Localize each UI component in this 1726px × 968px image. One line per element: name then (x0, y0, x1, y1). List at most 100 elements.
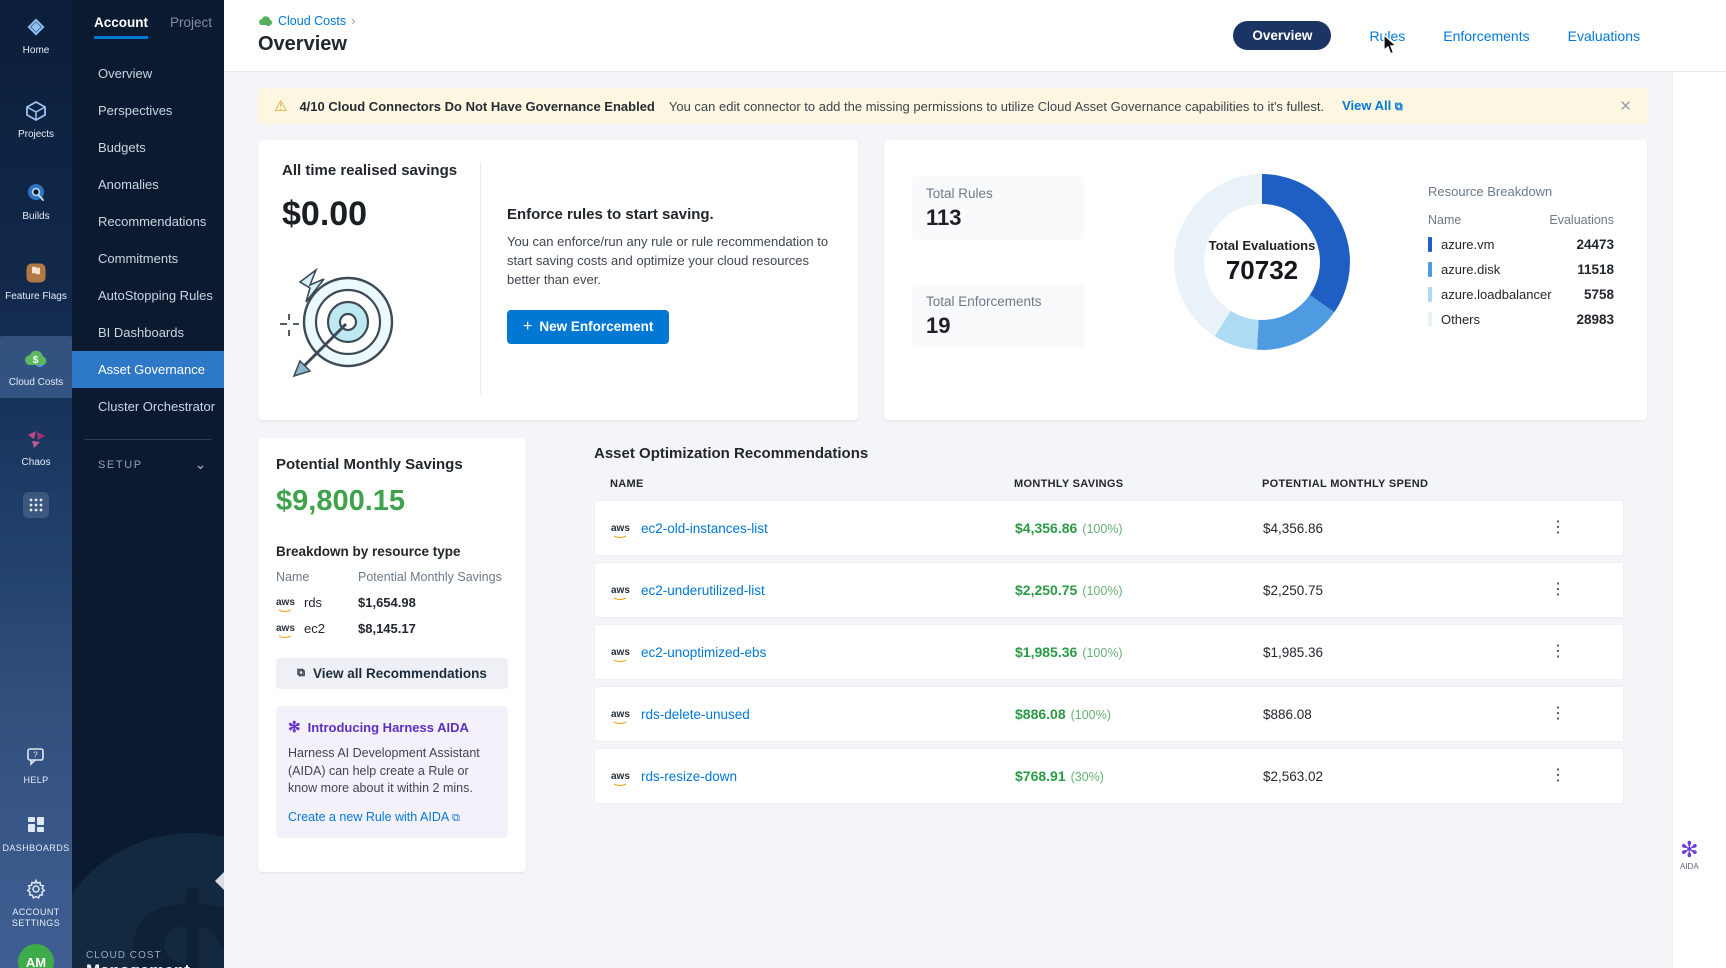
realised-savings-value: $0.00 (282, 195, 480, 234)
resource-savings: $8,145.17 (358, 621, 416, 636)
tab-project[interactable]: Project (170, 15, 212, 39)
enforce-body: You can enforce/run any rule or rule rec… (507, 233, 837, 290)
tab-evaluations[interactable]: Evaluations (1568, 28, 1640, 44)
sidebar-menu-item[interactable]: AutoStopping Rules (72, 277, 224, 314)
breadcrumb[interactable]: Cloud Costs › (258, 13, 355, 28)
sidebar-menu-item[interactable]: Overview (72, 55, 224, 92)
external-link-icon: ⧉ (452, 812, 460, 824)
sidebar-menu-item[interactable]: Asset Governance (72, 351, 224, 388)
rail-item-cloud-costs[interactable]: $ Cloud Costs (0, 336, 72, 398)
realised-savings-card: All time realised savings $0.00 Enforce … (258, 140, 858, 420)
breadcrumb-chevron-icon: › (351, 13, 355, 28)
recommendation-row[interactable]: aws ec2-unoptimized-ebs $1,985.36(100%) … (594, 624, 1624, 680)
sidebar-menu-item-label: Overview (98, 66, 152, 81)
legend-swatch (1428, 237, 1432, 252)
row-menu-button[interactable]: ⋮ (1550, 709, 1567, 719)
total-rules-value: 113 (926, 205, 1070, 231)
aws-icon: aws (611, 523, 633, 534)
create-rule-with-aida-link[interactable]: Create a new Rule with AIDA ⧉ (288, 810, 460, 825)
sidebar-menu-item-label: Cluster Orchestrator (98, 399, 215, 414)
rail-item-projects[interactable]: Projects (0, 96, 72, 140)
potential-savings-amount: $9,800.15 (276, 485, 508, 518)
new-enforcement-button[interactable]: + New Enforcement (507, 310, 669, 344)
governance-warning-banner: ⚠ 4/10 Cloud Connectors Do Not Have Gove… (258, 88, 1648, 124)
total-enforcements-label: Total Enforcements (926, 294, 1070, 309)
recommendation-row[interactable]: aws ec2-old-instances-list $4,356.86(100… (594, 500, 1624, 556)
rail-item-help[interactable]: ? HELP (0, 742, 72, 785)
breakdown-title: Breakdown by resource type (276, 544, 508, 559)
aida-promo-box: ✻ Introducing Harness AIDA Harness AI De… (276, 706, 508, 838)
setup-section-toggle[interactable]: SETUP ⌄ (72, 440, 224, 473)
recommendation-name-link[interactable]: ec2-unoptimized-ebs (641, 645, 766, 660)
product-name: CLOUD COST Management (86, 950, 190, 968)
sidebar-menu-item[interactable]: Recommendations (72, 203, 224, 240)
row-menu-button[interactable]: ⋮ (1550, 647, 1567, 657)
chaos-icon (0, 424, 72, 454)
module-rail: Home Projects Builds Feature Flags $ Clo… (0, 0, 72, 968)
sidebar-menu-item-label: BI Dashboards (98, 325, 184, 340)
recommendation-name-link[interactable]: rds-delete-unused (641, 707, 750, 722)
rail-item-home[interactable]: Home (0, 12, 72, 56)
rail-item-builds[interactable]: Builds (0, 178, 72, 222)
recommendation-row[interactable]: aws rds-delete-unused $886.08(100%) $886… (594, 686, 1624, 742)
resource-breakdown-legend: Resource Breakdown Name Evaluations azur… (1428, 184, 1614, 327)
sidebar-menu-item-label: Anomalies (98, 177, 159, 192)
recommendation-name-link[interactable]: ec2-underutilized-list (641, 583, 765, 598)
donut-center: Total Evaluations 70732 (1204, 204, 1320, 320)
aws-icon: aws (276, 623, 298, 634)
legend-row: azure.disk 11518 (1428, 262, 1614, 277)
banner-message: You can edit connector to add the missin… (669, 99, 1324, 114)
rail-item-dashboards[interactable]: DASHBOARDS (0, 810, 72, 853)
aida-fab-button[interactable]: ✻ AIDA (1680, 840, 1699, 871)
row-menu-button[interactable]: ⋮ (1550, 523, 1567, 533)
aida-title-row: ✻ Introducing Harness AIDA (288, 718, 496, 736)
rail-item-account-settings[interactable]: ACCOUNT SETTINGS (0, 874, 72, 930)
legend-header: Name Evaluations (1428, 213, 1614, 227)
breadcrumb-label: Cloud Costs (278, 14, 346, 28)
potential-spend-cell: $886.08 (1263, 707, 1312, 722)
module-picker-button[interactable] (23, 492, 49, 518)
rail-item-feature-flags[interactable]: Feature Flags (0, 258, 72, 302)
recommendation-row[interactable]: aws ec2-underutilized-list $2,250.75(100… (594, 562, 1624, 618)
user-avatar[interactable]: AM (18, 944, 54, 968)
target-illustration (272, 258, 404, 390)
potential-spend-cell: $1,985.36 (1263, 645, 1323, 660)
tab-account[interactable]: Account (94, 15, 148, 39)
view-all-recommendations-button[interactable]: ⧉ View all Recommendations (276, 658, 508, 689)
row-menu-button[interactable]: ⋮ (1550, 771, 1567, 781)
row-menu-button[interactable]: ⋮ (1550, 585, 1567, 595)
legend-value: 24473 (1576, 237, 1614, 252)
dashboards-grid-icon (0, 810, 72, 840)
recommendations-title: Asset Optimization Recommendations (594, 445, 868, 462)
aida-flower-icon: ✻ (1680, 840, 1699, 860)
sidebar-menu-item[interactable]: Perspectives (72, 92, 224, 129)
svg-text:$: $ (33, 355, 39, 366)
total-rules-label: Total Rules (926, 186, 1070, 201)
monthly-savings-cell: $4,356.86(100%) (1015, 520, 1123, 536)
legend-row: azure.vm 24473 (1428, 237, 1614, 252)
potential-savings-title: Potential Monthly Savings (276, 456, 508, 473)
sidebar-menu-item[interactable]: Commitments (72, 240, 224, 277)
warning-triangle-icon: ⚠ (274, 97, 287, 115)
realised-savings-section: All time realised savings $0.00 (258, 140, 480, 420)
sidebar-menu: Overview Perspectives Budgets Anomalies … (72, 55, 224, 425)
sidebar-menu-item[interactable]: Cluster Orchestrator (72, 388, 224, 425)
sidebar-menu-item[interactable]: BI Dashboards (72, 314, 224, 351)
rail-item-chaos[interactable]: Chaos (0, 424, 72, 468)
page-title: Overview (258, 33, 347, 56)
main-content: Cloud Costs › Overview Overview Rules En… (224, 0, 1726, 968)
tab-rules[interactable]: Rules (1369, 28, 1405, 44)
sidebar-menu-item[interactable]: Budgets (72, 129, 224, 166)
sidebar-menu-item[interactable]: Anomalies (72, 166, 224, 203)
view-all-link[interactable]: View All ⧉ (1342, 98, 1403, 114)
recommendation-name-link[interactable]: ec2-old-instances-list (641, 521, 768, 536)
sidebar-collapse-handle[interactable] (215, 872, 224, 890)
svg-text:?: ? (33, 751, 38, 760)
banner-close-icon[interactable]: ✕ (1619, 97, 1632, 115)
recommendation-row[interactable]: aws rds-resize-down $768.91(30%) $2,563.… (594, 748, 1624, 804)
breakdown-header: Name Potential Monthly Savings (276, 570, 508, 584)
tab-overview[interactable]: Overview (1233, 21, 1331, 50)
tab-enforcements[interactable]: Enforcements (1443, 28, 1529, 44)
aws-icon: aws (611, 647, 633, 658)
recommendation-name-link[interactable]: rds-resize-down (641, 769, 737, 784)
